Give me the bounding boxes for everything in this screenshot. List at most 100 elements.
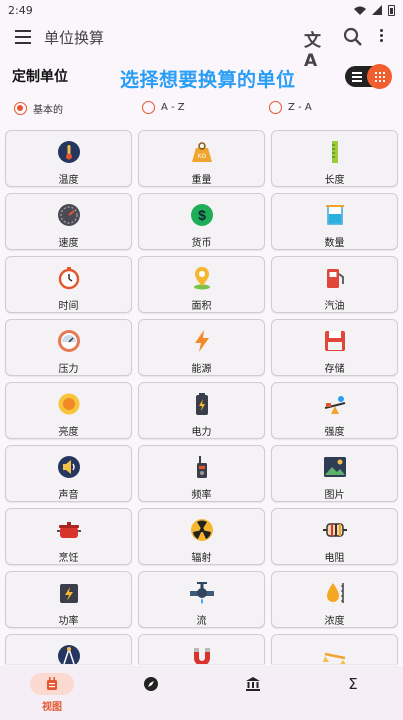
unit-card-storage[interactable]: 存储 [271, 319, 398, 376]
signal-icon [372, 5, 382, 15]
unit-label: 温度 [58, 175, 79, 186]
unit-card-partial[interactable] [138, 634, 265, 664]
section-title: 定制单位 [12, 69, 68, 85]
unit-label: 长度 [324, 175, 345, 186]
unit-card-partial[interactable] [271, 634, 398, 664]
unit-label: 面积 [191, 301, 212, 312]
more-options-icon[interactable] [380, 29, 386, 45]
cooking-pot-icon [56, 522, 81, 538]
beaker-icon [325, 205, 344, 225]
unit-card-cooking[interactable]: 烹饪 [5, 508, 132, 565]
speaker-icon [57, 456, 80, 478]
wifi-icon [354, 6, 366, 15]
radio-label: Z - A [288, 102, 312, 113]
stopwatch-icon [58, 267, 79, 290]
sort-az-radio[interactable]: A - Z [142, 101, 185, 114]
unit-label: 压力 [58, 364, 79, 375]
nav-label: 视图 [42, 702, 62, 713]
unit-label: 货币 [191, 238, 212, 249]
battery-icon [195, 393, 208, 415]
search-icon[interactable] [343, 27, 363, 47]
unit-card-partial[interactable] [5, 634, 132, 664]
unit-label: 汽油 [324, 301, 345, 312]
unit-card-flow[interactable]: 流 [138, 571, 265, 628]
nav-view[interactable]: 视图 [22, 673, 82, 713]
status-time: 2:49 [8, 3, 33, 17]
floppy-disk-icon [324, 331, 345, 351]
radio-label: A - Z [161, 102, 185, 113]
unit-card-resistance[interactable]: 电阻 [271, 508, 398, 565]
unit-label: 声音 [58, 490, 79, 501]
view-toggle[interactable] [345, 64, 392, 89]
radio-circle[interactable] [269, 101, 282, 114]
nav-bank[interactable] [223, 673, 283, 695]
weight-icon: KG [191, 142, 212, 162]
unit-card-length[interactable]: 长度 [271, 130, 398, 187]
grid-view-icon[interactable] [367, 64, 392, 89]
unit-card-fuel[interactable]: 汽油 [271, 256, 398, 313]
unit-card-radiation[interactable]: 辐射 [138, 508, 265, 565]
unit-label: 存储 [324, 364, 345, 375]
battery-icon [388, 4, 395, 16]
menu-icon[interactable] [15, 30, 31, 44]
unit-label: 电力 [191, 427, 212, 438]
unit-card-frequency[interactable]: 频率 [138, 445, 265, 502]
unit-card-temperature[interactable]: 温度 [5, 130, 132, 187]
list-view-icon[interactable] [352, 72, 362, 82]
instruction-banner: 选择想要换算的单位 [120, 69, 296, 91]
unit-label: 烹饪 [58, 553, 79, 564]
sort-za-radio[interactable]: Z - A [269, 101, 312, 114]
unit-card-area[interactable]: 面积 [138, 256, 265, 313]
radio-circle[interactable] [142, 101, 155, 114]
unit-label: 浓度 [324, 616, 345, 627]
unit-label: 能源 [191, 364, 212, 375]
unit-card-concentration[interactable]: 浓度 [271, 571, 398, 628]
bank-icon [246, 677, 260, 691]
sort-basic-radio[interactable]: 基本的 [14, 101, 63, 116]
unit-card-image[interactable]: 图片 [271, 445, 398, 502]
nav-sigma[interactable]: Σ [323, 673, 383, 695]
unit-card-volume[interactable]: 数量 [271, 193, 398, 250]
compass-drawing-icon [57, 645, 80, 664]
radio-label: 基本的 [33, 105, 63, 116]
unit-card-time[interactable]: 时间 [5, 256, 132, 313]
unit-card-sound[interactable]: 声音 [5, 445, 132, 502]
unit-label: 亮度 [58, 427, 79, 438]
nav-pill[interactable] [129, 673, 173, 695]
lightning-icon [194, 330, 209, 352]
unit-label: 辐射 [191, 553, 212, 564]
unit-card-brightness[interactable]: 亮度 [5, 382, 132, 439]
nav-pill[interactable] [30, 673, 74, 695]
unit-label: 速度 [58, 238, 79, 249]
unit-card-pressure[interactable]: 压力 [5, 319, 132, 376]
nav-pill[interactable]: Σ [331, 673, 375, 695]
magnet-icon [193, 648, 210, 664]
status-icons [354, 4, 395, 16]
unit-card-intensity[interactable]: 强度 [271, 382, 398, 439]
pipe-valve-icon [189, 582, 214, 604]
sun-icon [58, 393, 79, 415]
unit-card-weight[interactable]: KG 重量 [138, 130, 265, 187]
seesaw-icon [324, 396, 345, 414]
radio-circle[interactable] [14, 102, 27, 115]
view-icon [47, 677, 57, 690]
thermometer-icon [57, 141, 80, 163]
walkie-talkie-icon [196, 456, 207, 478]
ruler-icon [331, 141, 338, 163]
resistor-icon [322, 523, 347, 537]
svg-text:KG: KG [197, 154, 206, 160]
unit-card-electricity[interactable]: 电力 [138, 382, 265, 439]
dollar-icon: $ [190, 204, 213, 226]
power-meter-icon [59, 584, 78, 603]
unit-card-energy[interactable]: 能源 [138, 319, 265, 376]
unit-label: 电阻 [324, 553, 345, 564]
unit-card-speed[interactable]: 速度 [5, 193, 132, 250]
nav-pill[interactable] [231, 673, 275, 695]
unit-card-power[interactable]: 功率 [5, 571, 132, 628]
unit-label: 频率 [191, 490, 212, 501]
translate-icon[interactable]: 文A [304, 26, 326, 71]
page-title: 单位换算 [44, 29, 105, 47]
nav-compass[interactable] [121, 673, 181, 695]
unit-label: 重量 [191, 175, 212, 186]
unit-card-currency[interactable]: $ 货币 [138, 193, 265, 250]
